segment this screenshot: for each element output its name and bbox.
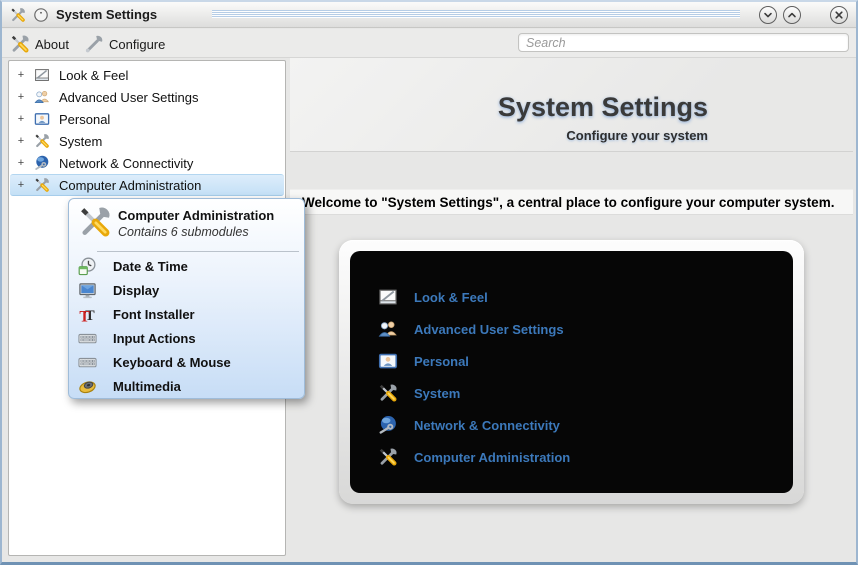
overview-item-system[interactable]: System <box>350 383 793 403</box>
sidebar-item-advanced-user-settings[interactable]: + Advanced User Settings <box>10 86 284 108</box>
submodule-popup: Computer Administration Contains 6 submo… <box>68 198 305 399</box>
popup-item-display[interactable]: Display <box>73 278 300 302</box>
titlebar[interactable]: System Settings <box>2 2 856 28</box>
sidebar-item-label: Network & Connectivity <box>59 155 194 171</box>
sidebar-item-label: System <box>59 133 103 149</box>
users-icon <box>378 319 398 339</box>
monitor-icon <box>78 281 97 300</box>
wrench-icon <box>84 34 104 54</box>
sidebar-item-network-connectivity[interactable]: + Network & Connectivity <box>10 152 284 174</box>
sidebar-item-system[interactable]: + System <box>10 130 284 152</box>
crossed-tools-icon <box>378 447 398 467</box>
look-feel-icon <box>34 67 50 83</box>
globe-wrench-icon <box>378 415 398 435</box>
sidebar-item-personal[interactable]: + Personal <box>10 108 284 130</box>
about-button[interactable]: About <box>6 32 73 56</box>
window-title: System Settings <box>56 7 158 22</box>
close-button[interactable] <box>830 6 848 24</box>
overview-card: Look & Feel Advanced User Settings Perso… <box>339 240 804 504</box>
chevron-up-icon <box>784 7 800 23</box>
maximize-button[interactable] <box>783 6 801 24</box>
overview-item-label: System <box>414 385 461 401</box>
popup-separator <box>97 251 299 252</box>
expander-plus-icon[interactable]: + <box>15 135 27 147</box>
keyboard-icon <box>78 353 97 372</box>
configure-button[interactable]: Configure <box>80 32 169 56</box>
crossed-tools-icon <box>78 205 112 239</box>
popup-item-keyboard-mouse[interactable]: Keyboard & Mouse <box>73 350 300 374</box>
titlebar-decor-lines <box>212 10 740 18</box>
popup-item-label: Keyboard & Mouse <box>113 354 231 370</box>
popup-subtitle: Contains 6 submodules <box>118 225 249 239</box>
popup-item-label: Multimedia <box>113 378 181 394</box>
popup-item-label: Font Installer <box>113 306 195 322</box>
sidebar-item-label: Personal <box>59 111 111 127</box>
personal-card-icon <box>378 351 398 371</box>
circle-dot-icon[interactable] <box>33 7 49 23</box>
sidebar-item-computer-administration[interactable]: + Computer Administration <box>10 174 284 196</box>
welcome-bar: Welcome to "System Settings", a central … <box>290 189 853 215</box>
crossed-tools-icon <box>10 34 30 54</box>
chevron-down-icon <box>760 7 776 23</box>
overview-item-label: Look & Feel <box>414 289 488 305</box>
font-letters-icon <box>78 305 97 324</box>
popup-item-date-time[interactable]: Date & Time <box>73 254 300 278</box>
overview-item-label: Computer Administration <box>414 449 571 465</box>
crossed-tools-icon <box>34 133 50 149</box>
overview-item-label: Network & Connectivity <box>414 417 560 433</box>
overview-item-personal[interactable]: Personal <box>350 351 793 371</box>
popup-title: Computer Administration <box>118 208 275 223</box>
overview-item-label: Personal <box>414 353 469 369</box>
configure-label: Configure <box>109 36 166 52</box>
app-crossed-tools-icon[interactable] <box>10 7 26 23</box>
crossed-tools-icon <box>378 383 398 403</box>
speaker-icon <box>78 377 97 396</box>
expander-plus-icon[interactable]: + <box>15 113 27 125</box>
expander-plus-icon[interactable]: + <box>15 179 27 191</box>
expander-plus-icon[interactable]: + <box>15 69 27 81</box>
popup-item-label: Display <box>113 282 160 298</box>
minimize-button[interactable] <box>759 6 777 24</box>
popup-item-input-actions[interactable]: Input Actions <box>73 326 300 350</box>
expander-plus-icon[interactable]: + <box>15 157 27 169</box>
sidebar-item-label: Look & Feel <box>59 67 129 83</box>
personal-card-icon <box>34 111 50 127</box>
welcome-text: Welcome to "System Settings", a central … <box>302 194 835 210</box>
close-icon <box>831 7 847 23</box>
content-area: System Settings Configure your system We… <box>290 58 853 556</box>
overview-panel: Look & Feel Advanced User Settings Perso… <box>350 251 793 493</box>
look-feel-icon <box>378 287 398 307</box>
overview-item-network-connectivity[interactable]: Network & Connectivity <box>350 415 793 435</box>
popup-item-multimedia[interactable]: Multimedia <box>73 374 300 398</box>
sidebar-item-label: Advanced User Settings <box>59 89 199 105</box>
sidebar-item-look-feel[interactable]: + Look & Feel <box>10 64 284 86</box>
popup-item-label: Input Actions <box>113 330 196 346</box>
overview-item-advanced-user-settings[interactable]: Advanced User Settings <box>350 319 793 339</box>
popup-item-label: Date & Time <box>113 258 188 274</box>
content-header: System Settings Configure your system <box>290 58 853 152</box>
about-label: About <box>35 36 69 52</box>
page-subtitle: Configure your system <box>566 128 708 143</box>
expander-plus-icon[interactable]: + <box>15 91 27 103</box>
system-settings-window: System Settings About Configure + Look &… <box>0 0 858 565</box>
toolbar: About Configure <box>2 29 856 58</box>
overview-item-computer-administration[interactable]: Computer Administration <box>350 447 793 467</box>
overview-item-look-feel[interactable]: Look & Feel <box>350 287 793 307</box>
clock-calendar-icon <box>78 257 97 276</box>
users-icon <box>34 89 50 105</box>
keyboard-icon <box>78 329 97 348</box>
search-input[interactable] <box>518 33 849 52</box>
popup-item-font-installer[interactable]: Font Installer <box>73 302 300 326</box>
page-title: System Settings <box>497 92 708 122</box>
globe-wrench-icon <box>34 155 50 171</box>
crossed-tools-icon <box>34 177 50 193</box>
overview-item-label: Advanced User Settings <box>414 321 564 337</box>
popup-header: Computer Administration Contains 6 submo… <box>69 199 304 249</box>
sidebar-item-label: Computer Administration <box>59 177 202 193</box>
